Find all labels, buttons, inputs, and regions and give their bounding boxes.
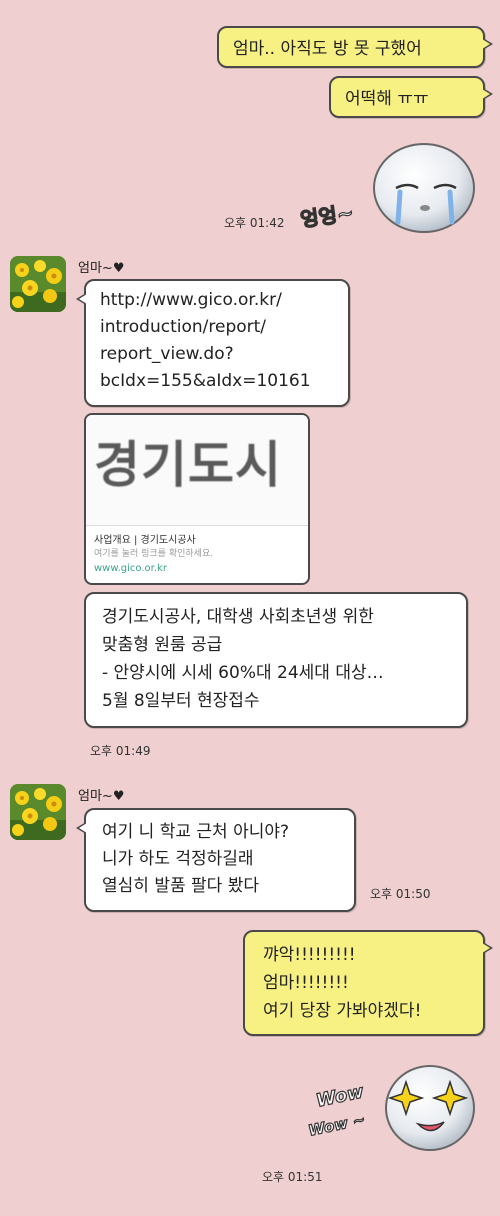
my-message-bubble[interactable]: 어떡해 ㅠㅠ [329, 76, 493, 118]
sticker-caption: 엉엉~ [298, 200, 356, 232]
preview-description: 여기를 눌러 링크를 확인하세요. [94, 549, 214, 559]
avatar[interactable] [10, 784, 66, 840]
link-message-bubble[interactable]: http://www.gico.or.kr/ introduction/repo… [76, 279, 350, 407]
excited-face-icon [385, 1065, 475, 1151]
message-line: 여기 당장 가봐야겠다! [263, 1001, 422, 1021]
link-line[interactable]: introduction/report/ [100, 314, 334, 341]
sticker-caption: Wow ~ [306, 1110, 367, 1141]
flower-photo-icon [10, 784, 66, 840]
message-line: 꺄악!!!!!!!!! [263, 945, 356, 965]
message-timestamp: 오후 01:49 [90, 744, 151, 758]
wow-sticker[interactable]: Wow Wow ~ [300, 1056, 486, 1156]
crying-face-icon [373, 143, 475, 233]
preview-domain: www.gico.or.kr [94, 563, 167, 574]
message-text: 엄마.. 아직도 방 못 구했어 [233, 39, 422, 59]
message-timestamp: 오후 01:42 [224, 216, 285, 230]
sticker-caption: Wow [314, 1081, 366, 1113]
article-message-bubble[interactable]: 경기도시공사, 대학생 사회초년생 위한 맞춤형 원룸 공급 - 안양시에 시세… [84, 592, 468, 728]
message-timestamp: 오후 01:51 [262, 1170, 323, 1184]
message-line: 맞춤형 원룸 공급 [102, 635, 223, 655]
preview-image-text: 경기도시 [94, 436, 282, 494]
flower-photo-icon [10, 256, 66, 312]
message-line: - 안양시에 시세 60%대 24세대 대상… [102, 663, 384, 683]
link-preview-card[interactable]: 경기도시 사업개요 | 경기도시공사 여기를 눌러 링크를 확인하세요. www… [84, 413, 310, 585]
link-line[interactable]: http://www.gico.or.kr/ [100, 287, 334, 314]
sender-name: 엄마~♥ [78, 261, 125, 276]
message-line: 니가 하도 걱정하길래 [102, 849, 254, 869]
link-line[interactable]: bcIdx=155&aIdx=10161 [100, 368, 334, 395]
link-line[interactable]: report_view.do? [100, 341, 334, 368]
message-timestamp: 오후 01:50 [370, 887, 431, 901]
link-preview-image: 경기도시 [86, 415, 308, 526]
crying-sticker[interactable] [368, 136, 484, 236]
message-line: 5월 8일부터 현장접수 [102, 691, 260, 711]
my-message-bubble[interactable]: 엄마.. 아직도 방 못 구했어 [217, 26, 493, 68]
message-line: 엄마!!!!!!!! [263, 973, 349, 993]
sender-name: 엄마~♥ [78, 789, 125, 804]
my-message-bubble[interactable]: 꺄악!!!!!!!!! 엄마!!!!!!!! 여기 당장 가봐야겠다! [243, 930, 493, 1036]
message-text: 어떡해 ㅠㅠ [345, 89, 429, 109]
avatar[interactable] [10, 256, 66, 312]
message-line: 여기 니 학교 근처 아니야? [102, 822, 290, 842]
message-line: 열심히 발품 팔다 봤다 [102, 876, 259, 896]
message-line: 경기도시공사, 대학생 사회초년생 위한 [102, 607, 374, 627]
message-bubble[interactable]: 여기 니 학교 근처 아니야? 니가 하도 걱정하길래 열심히 발품 팔다 봤다 [76, 808, 356, 912]
preview-title: 사업개요 | 경기도시공사 [94, 535, 196, 546]
